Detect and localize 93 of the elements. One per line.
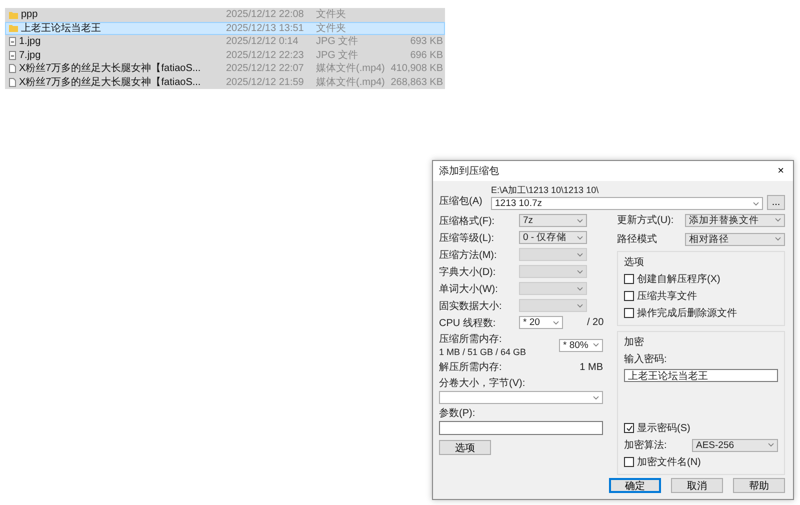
field-label: 压缩方法(M): (439, 248, 498, 262)
field-label: 更新方式(U): (617, 214, 675, 227)
chevron-down-icon (775, 218, 781, 222)
image-file-icon (9, 37, 16, 46)
checkbox[interactable] (624, 457, 634, 467)
field-label: CPU 线程数: (439, 316, 497, 330)
group-title: 加密 (624, 336, 645, 349)
file-row[interactable]: X粉丝7万多的丝足大长腿女神【fatiaoS... 2025/12/12 22:07 媒体文件(.mp4) 410,908 KB (5, 62, 445, 76)
file-row[interactable]: ppp 2025/12/12 22:08 文件夹 (5, 8, 445, 22)
field-label: 分卷大小，字节(V): (439, 376, 526, 390)
chevron-down-icon (577, 218, 583, 222)
file-row[interactable]: 上老王论坛当老王 2025/12/13 13:51 文件夹 (5, 22, 445, 35)
file-type: JPG 文件 (316, 36, 360, 48)
file-type: JPG 文件 (316, 50, 360, 61)
chevron-down-icon (577, 252, 583, 256)
group-title: 选项 (624, 256, 645, 269)
dropdown[interactable]: * 20 (519, 316, 563, 329)
field-label: 参数(P): (439, 406, 476, 420)
archive-path: E:\A加工\1213 10\1213 10\ (491, 185, 600, 196)
options-button[interactable]: 选项 (439, 440, 491, 455)
dialog-button[interactable]: 取消 (671, 478, 723, 493)
dropdown[interactable] (439, 391, 603, 404)
field-label: 解压所需内存: (439, 360, 502, 374)
file-name: 上老王论坛当老王 (21, 22, 101, 34)
chevron-down-icon (577, 270, 583, 274)
close-button[interactable]: × (774, 165, 787, 177)
field-label: 固实数据大小: (439, 300, 503, 312)
field-label: 字典大小(D): (439, 266, 497, 278)
field-label: 压缩包(A) (439, 194, 484, 208)
checkbox-label: 压缩共享文件 (637, 290, 697, 303)
file-size: 410,908 KB (390, 63, 444, 74)
dropdown[interactable]: 7z (519, 214, 587, 227)
checkbox-label: 显示密码(S) (637, 422, 690, 435)
checkbox[interactable] (624, 308, 634, 318)
dropdown[interactable]: 添加并替换文件 (685, 214, 785, 226)
dialog-button[interactable]: 确定 (609, 478, 661, 493)
file-date: 2025/12/12 22:23 (226, 50, 305, 61)
chevron-down-icon (553, 320, 559, 324)
field-label: 单词大小(W): (439, 282, 499, 296)
chevron-down-icon (753, 202, 759, 206)
chevron-down-icon (768, 443, 774, 447)
image-file-icon (9, 50, 16, 60)
file-date: 2025/12/12 0:14 (226, 36, 300, 48)
checkbox[interactable] (624, 274, 634, 284)
file-type: 文件夹 (316, 9, 347, 20)
file-size: 268,863 KB (390, 76, 444, 88)
password-field[interactable]: 上老王论坛当老王 (624, 369, 778, 382)
file-date: 2025/12/12 22:08 (226, 9, 305, 20)
file-row[interactable]: 7.jpg 2025/12/12 22:23 JPG 文件 696 KB (5, 48, 445, 62)
archive-name-combo[interactable]: 1213 10.7z (491, 197, 763, 210)
field-label: 压缩所需内存: (439, 332, 503, 346)
memory-usage: 1 MB / 51 GB / 64 GB (439, 347, 526, 358)
file-name: 7.jpg (19, 50, 41, 61)
file-date: 2025/12/13 13:51 (226, 22, 305, 34)
chevron-down-icon (775, 237, 781, 241)
browse-button[interactable]: ... (767, 195, 785, 210)
checkbox-label: 操作完成后删除源文件 (637, 306, 737, 320)
file-row[interactable]: 1.jpg 2025/12/12 0:14 JPG 文件 693 KB (5, 35, 445, 48)
field-label: 压缩等级(L): (439, 232, 495, 244)
dialog-button[interactable]: 帮助 (733, 478, 785, 493)
field-label: 加密算法: (624, 438, 668, 452)
chevron-down-icon (593, 396, 599, 400)
chevron-down-icon (577, 286, 583, 290)
file-type: 媒体文件(.mp4) (316, 76, 386, 88)
input-field[interactable] (439, 421, 603, 435)
checkbox[interactable] (624, 291, 634, 301)
file-name: ppp (21, 9, 38, 20)
file-name: X粉丝7万多的丝足大长腿女神【fatiaoS... (19, 63, 201, 74)
chevron-down-icon (593, 343, 599, 347)
thread-total: / 20 (587, 317, 603, 328)
file-name: 1.jpg (19, 36, 41, 48)
checkbox[interactable] (624, 423, 634, 433)
dropdown[interactable]: 0 - 仅存储 (519, 231, 587, 244)
file-size: 696 KB (409, 50, 444, 61)
file-name: X粉丝7万多的丝足大长腿女神【fatiaoS... (19, 76, 201, 88)
chevron-down-icon (577, 236, 583, 240)
field-label: 压缩格式(F): (439, 214, 496, 228)
window-title: 添加到压缩包 (439, 164, 499, 178)
file-date: 2025/12/12 21:59 (226, 76, 305, 88)
field-label: 输入密码: (624, 352, 668, 366)
file-row[interactable]: X粉丝7万多的丝足大长腿女神【fatiaoS... 2025/12/12 21:59 媒体文件(.mp4) 268,863 KB (5, 76, 445, 89)
chevron-down-icon (577, 304, 583, 308)
dropdown[interactable]: * 80% (559, 338, 603, 352)
field-label: 路径模式 (617, 232, 658, 246)
checkbox-label: 加密文件名(N) (637, 456, 701, 469)
file-size: 693 KB (409, 36, 444, 48)
file-type: 媒体文件(.mp4) (316, 63, 386, 74)
file-type: 文件夹 (316, 22, 347, 34)
memory-value: 1 MB (580, 362, 603, 372)
file-date: 2025/12/12 22:07 (226, 63, 305, 74)
dropdown[interactable]: 相对路径 (685, 232, 785, 246)
checkbox-label: 创建自解压程序(X) (637, 272, 720, 286)
dropdown[interactable]: AES-256 (692, 438, 778, 452)
